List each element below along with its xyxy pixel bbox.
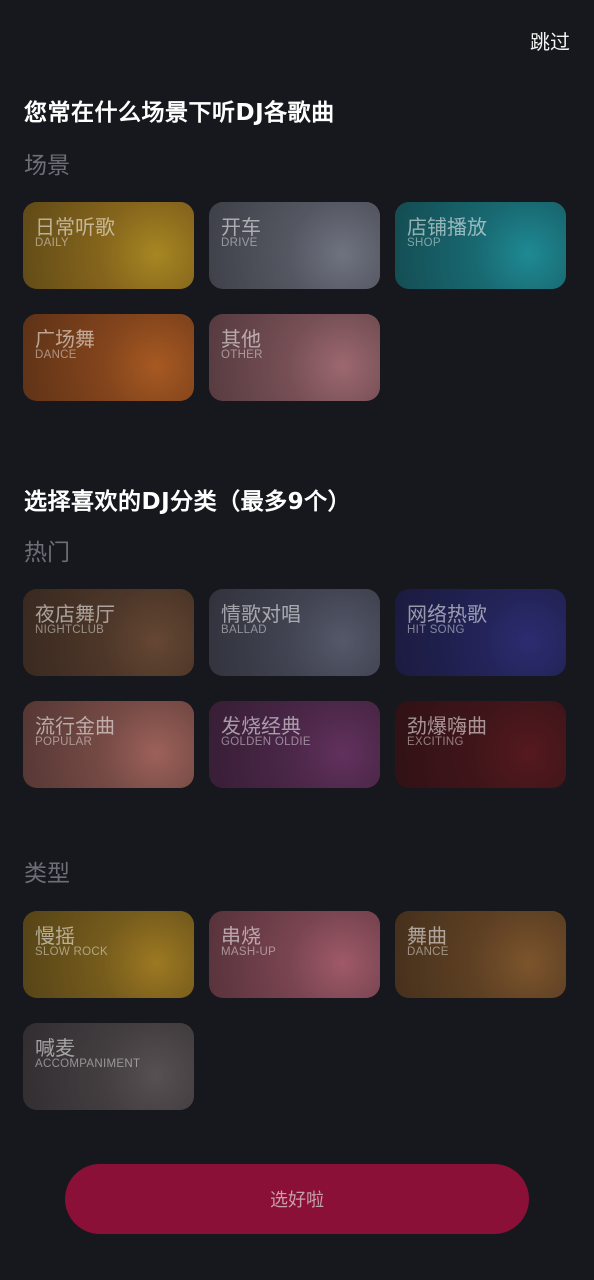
hot-group-label: 热门 <box>24 540 70 566</box>
card-title: 慢摇 <box>35 924 75 948</box>
category-card-golden-oldie[interactable]: 发烧经典 GOLDEN OLDIE <box>209 701 380 788</box>
card-title: 开车 <box>221 215 261 239</box>
card-title: 日常听歌 <box>35 215 115 239</box>
category-card-daily[interactable]: 日常听歌 DAILY <box>23 202 194 289</box>
category-card-hit-song[interactable]: 网络热歌 HIT SONG <box>395 589 566 676</box>
card-subtitle: DAILY <box>35 237 69 249</box>
category-card-dance[interactable]: 广场舞 DANCE <box>23 314 194 401</box>
scene-section-title: 您常在什么场景下听DJ各歌曲 <box>24 100 335 126</box>
type-grid: 慢摇 SLOW ROCK 串烧 MASH-UP 舞曲 DANCE 喊麦 ACCOMPANIME… <box>23 911 567 1110</box>
card-subtitle: BALLAD <box>221 624 267 636</box>
card-title: 网络热歌 <box>407 602 487 626</box>
type-group-label: 类型 <box>24 861 70 887</box>
card-title: 劲爆嗨曲 <box>407 714 487 738</box>
card-subtitle: NIGHTCLUB <box>35 624 105 636</box>
category-card-mash-up[interactable]: 串烧 MASH-UP <box>209 911 380 998</box>
card-subtitle: DRIVE <box>221 237 258 249</box>
card-subtitle: DANCE <box>35 349 77 361</box>
card-subtitle: DANCE <box>407 946 449 958</box>
card-title: 流行金曲 <box>35 714 115 738</box>
card-title: 店铺播放 <box>407 215 487 239</box>
category-card-accompaniment[interactable]: 喊麦 ACCOMPANIMENT <box>23 1023 194 1110</box>
category-card-ballad[interactable]: 情歌对唱 BALLAD <box>209 589 380 676</box>
card-subtitle: POPULAR <box>35 736 93 748</box>
card-title: 串烧 <box>221 924 261 948</box>
card-title: 舞曲 <box>407 924 447 948</box>
category-card-nightclub[interactable]: 夜店舞厅 NIGHTCLUB <box>23 589 194 676</box>
card-subtitle: SHOP <box>407 237 441 249</box>
category-card-other[interactable]: 其他 OTHER <box>209 314 380 401</box>
scene-group-label: 场景 <box>24 153 70 179</box>
card-subtitle: OTHER <box>221 349 263 361</box>
card-title: 其他 <box>221 327 261 351</box>
card-subtitle: GOLDEN OLDIE <box>221 736 311 748</box>
scene-grid: 日常听歌 DAILY 开车 DRIVE 店铺播放 SHOP 广场舞 DANCE 其他 OTHER <box>23 202 567 401</box>
category-card-drive[interactable]: 开车 DRIVE <box>209 202 380 289</box>
card-subtitle: ACCOMPANIMENT <box>35 1058 141 1070</box>
card-title: 广场舞 <box>35 327 95 351</box>
card-title: 发烧经典 <box>221 714 301 738</box>
hot-grid: 夜店舞厅 NIGHTCLUB 情歌对唱 BALLAD 网络热歌 HIT SONG 流行金曲 P… <box>23 589 567 788</box>
card-subtitle: HIT SONG <box>407 624 465 636</box>
category-card-exciting[interactable]: 劲爆嗨曲 EXCITING <box>395 701 566 788</box>
skip-button[interactable]: 跳过 <box>530 26 570 55</box>
card-title: 喊麦 <box>35 1036 75 1060</box>
category-card-dance[interactable]: 舞曲 DANCE <box>395 911 566 998</box>
card-title: 夜店舞厅 <box>35 602 115 626</box>
card-subtitle: MASH-UP <box>221 946 277 958</box>
card-title: 情歌对唱 <box>221 602 301 626</box>
category-section-title: 选择喜欢的DJ分类（最多9个） <box>24 489 352 515</box>
submit-button[interactable]: 选好啦 <box>65 1164 529 1234</box>
card-subtitle: SLOW ROCK <box>35 946 108 958</box>
category-card-shop[interactable]: 店铺播放 SHOP <box>395 202 566 289</box>
category-card-popular[interactable]: 流行金曲 POPULAR <box>23 701 194 788</box>
card-subtitle: EXCITING <box>407 736 464 748</box>
category-card-slow-rock[interactable]: 慢摇 SLOW ROCK <box>23 911 194 998</box>
